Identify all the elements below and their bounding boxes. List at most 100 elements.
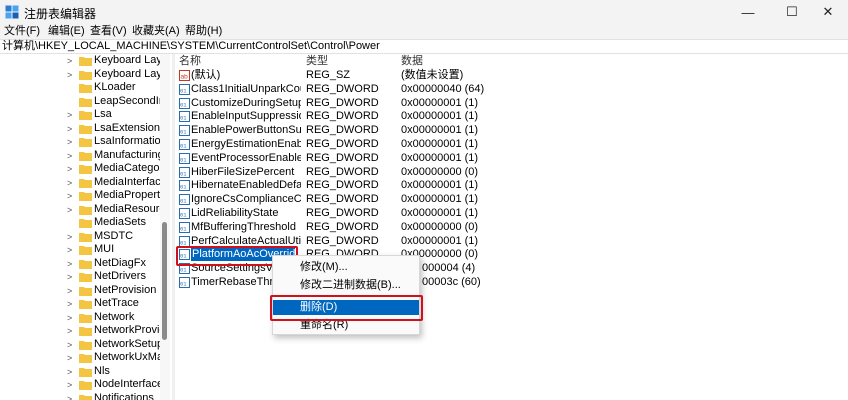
chevron-right-icon[interactable]: > <box>67 109 72 121</box>
value-row[interactable]: 01 Class1InitialUnparkCou... REG_DWORD 0… <box>176 83 506 97</box>
tree-item-label: Keyboard Layo <box>94 54 160 66</box>
tree-item[interactable]: > LsaExtensionC <box>0 122 160 136</box>
minimize-button[interactable]: — <box>728 0 768 24</box>
value-type: REG_DWORD <box>306 82 379 95</box>
menu-favorites[interactable]: 收藏夹(A) <box>132 24 180 39</box>
tree-item[interactable]: > Nls <box>0 365 160 379</box>
column-header-name[interactable]: 名称 <box>179 55 201 68</box>
value-data: 0x00000001 (1) <box>401 179 479 192</box>
folder-icon <box>79 340 92 350</box>
chevron-right-icon[interactable]: > <box>67 285 72 297</box>
chevron-right-icon[interactable]: > <box>67 136 72 148</box>
menu-edit[interactable]: 编辑(E) <box>48 24 85 39</box>
value-type: REG_DWORD <box>306 124 379 137</box>
chevron-right-icon[interactable]: > <box>67 55 72 67</box>
value-data: 00003c (60) <box>422 276 481 288</box>
tree-item[interactable]: LeapSecondIn <box>0 95 160 109</box>
close-button[interactable]: ✕ <box>808 0 848 24</box>
chevron-right-icon[interactable]: > <box>67 177 72 189</box>
key-tree[interactable]: > Keyboard Layo > Keyboard Layo KLoader Le… <box>0 54 172 400</box>
chevron-right-icon[interactable]: > <box>67 231 72 243</box>
value-row[interactable]: 01 EnablePowerButtonSu... REG_DWORD 0x00… <box>176 124 506 138</box>
chevron-right-icon[interactable]: > <box>67 244 72 256</box>
pane-splitter[interactable] <box>172 54 175 400</box>
menu-help[interactable]: 帮助(H) <box>185 24 222 39</box>
value-row[interactable]: ab (默认) REG_SZ (数值未设置) <box>176 69 506 83</box>
tree-item-label: Notifications <box>94 391 154 400</box>
tree-item[interactable]: > MSDTC <box>0 230 160 244</box>
folder-icon <box>79 286 92 296</box>
value-row[interactable]: 01 LidReliabilityState REG_DWORD 0x00000… <box>176 207 506 221</box>
maximize-button[interactable]: ☐ <box>772 0 812 24</box>
values-list[interactable]: 名称 类型 数据 ab (默认) REG_SZ (数值未设置) 01 Class… <box>176 54 848 400</box>
value-row[interactable]: 01 EnergyEstimationEnabl... REG_DWORD 0x… <box>176 138 506 152</box>
chevron-right-icon[interactable]: > <box>67 204 72 216</box>
tree-scrollbar-thumb[interactable] <box>162 222 167 340</box>
folder-icon <box>79 381 92 390</box>
address-bar[interactable]: 计算机\HKEY_LOCAL_MACHINE\SYSTEM\CurrentCon… <box>0 39 848 54</box>
tree-item[interactable]: > NetDrivers <box>0 270 160 284</box>
binary-value-icon: 01 <box>179 152 190 164</box>
value-row[interactable]: 01 HibernateEnabledDefa... REG_DWORD 0x0… <box>176 179 506 193</box>
chevron-right-icon[interactable]: > <box>67 312 72 324</box>
chevron-right-icon[interactable]: > <box>67 69 72 81</box>
chevron-right-icon[interactable]: > <box>67 352 72 364</box>
tree-item[interactable]: > MediaResourc <box>0 203 160 217</box>
tree-item[interactable]: > MediaCategor <box>0 162 160 176</box>
value-name: HibernateEnabledDefa... <box>191 179 301 192</box>
tree-item[interactable]: MediaSets <box>0 216 160 230</box>
value-name: CustomizeDuringSetup <box>191 96 301 109</box>
tree-item[interactable]: KLoader <box>0 81 160 95</box>
tree-item[interactable]: > Manufacturing <box>0 149 160 163</box>
column-header-data[interactable]: 数据 <box>401 55 423 68</box>
tree-item[interactable]: > Network <box>0 311 160 325</box>
tree-item[interactable]: > MediaProperti <box>0 189 160 203</box>
chevron-right-icon[interactable]: > <box>67 325 72 337</box>
chevron-right-icon[interactable]: > <box>67 366 72 378</box>
chevron-right-icon[interactable]: > <box>67 379 72 391</box>
chevron-right-icon[interactable]: > <box>67 339 72 351</box>
value-row[interactable]: 01 EventProcessorEnabled REG_DWORD 0x000… <box>176 152 506 166</box>
value-type: REG_DWORD <box>306 234 379 247</box>
value-row[interactable]: 01 HiberFileSizePercent REG_DWORD 0x0000… <box>176 166 506 180</box>
tree-item[interactable]: > Keyboard Layo <box>0 54 160 68</box>
tree-item[interactable]: > MediaInterfac <box>0 176 160 190</box>
chevron-right-icon[interactable]: > <box>67 298 72 310</box>
context-menu-modify[interactable]: 修改(M)... <box>273 260 419 275</box>
value-row[interactable]: 01 MfBufferingThreshold REG_DWORD 0x0000… <box>176 221 506 235</box>
value-name: EnableInputSuppression <box>191 110 301 123</box>
chevron-right-icon[interactable]: > <box>67 123 72 135</box>
tree-item[interactable]: > Notifications <box>0 392 160 400</box>
value-row[interactable]: 01 IgnoreCsComplianceC... REG_DWORD 0x00… <box>176 193 506 207</box>
tree-item[interactable]: > NetworkUxMa <box>0 351 160 365</box>
folder-icon <box>79 354 92 363</box>
tree-item[interactable]: > NodeInterface <box>0 378 160 392</box>
chevron-right-icon[interactable]: > <box>67 190 72 202</box>
tree-item[interactable]: > NetProvision <box>0 284 160 298</box>
tree-item[interactable]: > MUI <box>0 243 160 257</box>
chevron-right-icon[interactable]: > <box>67 271 72 283</box>
tree-scrollbar[interactable] <box>160 54 170 400</box>
value-row[interactable]: 01 CustomizeDuringSetup REG_DWORD 0x0000… <box>176 97 506 111</box>
tree-item[interactable]: > NetworkSetup <box>0 338 160 352</box>
folder-icon <box>79 192 92 201</box>
menu-view[interactable]: 查看(V) <box>90 24 127 39</box>
value-data: 0x00000040 (64) <box>401 82 485 95</box>
binary-value-icon: 01 <box>179 194 190 206</box>
tree-item[interactable]: > NetTrace <box>0 297 160 311</box>
tree-item[interactable]: > LsaInformatior <box>0 135 160 149</box>
value-row[interactable]: 01 EnableInputSuppression REG_DWORD 0x00… <box>176 110 506 124</box>
chevron-right-icon[interactable]: > <box>67 258 72 270</box>
context-menu-modify-binary[interactable]: 修改二进制数据(B)... <box>273 278 419 293</box>
tree-item[interactable]: > Keyboard Layo <box>0 68 160 82</box>
chevron-right-icon[interactable]: > <box>67 163 72 175</box>
value-name: HiberFileSizePercent <box>191 165 295 178</box>
menu-file[interactable]: 文件(F) <box>4 24 40 39</box>
chevron-right-icon[interactable]: > <box>67 150 72 162</box>
value-type: REG_DWORD <box>306 138 379 150</box>
tree-item[interactable]: > Lsa <box>0 108 160 122</box>
tree-item[interactable]: > NetDiagFx <box>0 257 160 271</box>
tree-item[interactable]: > NetworkProvic <box>0 324 160 338</box>
chevron-right-icon[interactable]: > <box>67 393 72 400</box>
column-header-type[interactable]: 类型 <box>306 55 328 68</box>
